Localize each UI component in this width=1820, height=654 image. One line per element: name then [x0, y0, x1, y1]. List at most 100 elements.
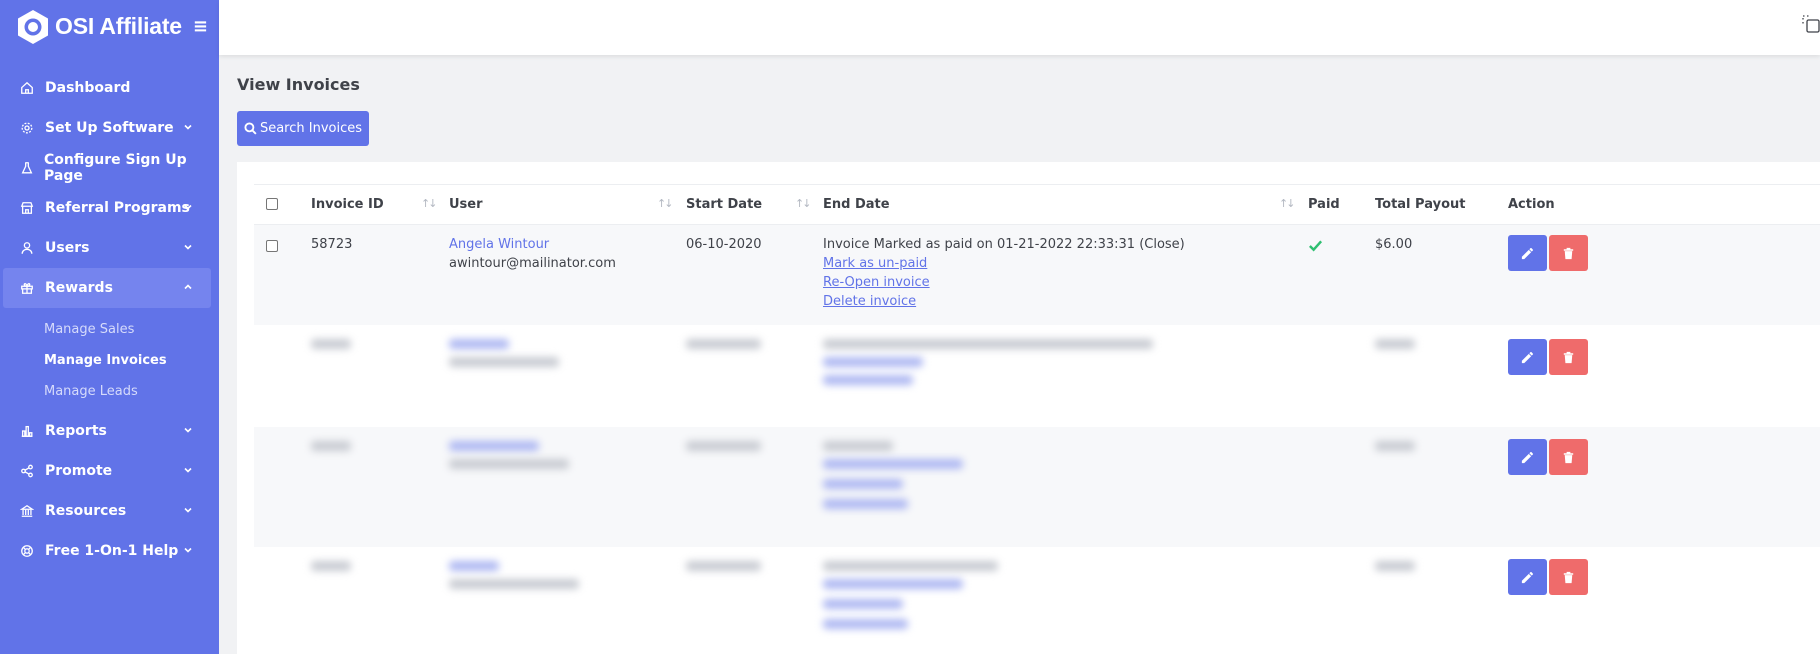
blurred-content: [449, 441, 539, 451]
menu-toggle-icon[interactable]: ≡: [193, 17, 208, 36]
row-checkbox[interactable]: [266, 240, 278, 252]
reopen-invoice-link[interactable]: Re-Open invoice: [823, 273, 1185, 292]
blurred-content: [1375, 441, 1415, 451]
sort-icon[interactable]: ↑↓: [795, 197, 812, 210]
column-header-user[interactable]: User: [449, 197, 483, 212]
chevron-down-icon: [184, 244, 192, 250]
search-invoices-label: Search Invoices: [259, 121, 363, 136]
invoice-id: 58723: [311, 237, 353, 252]
sidebar-item-referral-programs[interactable]: Referral Programs: [0, 188, 219, 228]
chevron-down-icon: [184, 467, 192, 473]
search-invoices-button[interactable]: Search Invoices: [237, 111, 369, 146]
column-header-end-date[interactable]: End Date: [823, 197, 890, 212]
sort-icon[interactable]: ↑↓: [657, 197, 674, 210]
sidebar-subitem-manage-invoices[interactable]: Manage Invoices: [0, 345, 219, 376]
blurred-content: [311, 441, 351, 451]
home-icon: [19, 80, 35, 96]
blurred-content: [449, 339, 509, 349]
blurred-content: [686, 339, 761, 349]
sidebar-item-configure-sign-up-page[interactable]: Configure Sign Up Page: [0, 148, 219, 188]
sidebar-subitem-manage-sales[interactable]: Manage Sales: [0, 314, 219, 345]
column-header-total-payout[interactable]: Total Payout: [1375, 197, 1465, 212]
blurred-content: [823, 499, 908, 509]
search-icon: [244, 122, 257, 135]
end-date-cell: Invoice Marked as paid on 01-21-2022 22:…: [823, 235, 1185, 311]
user-icon: [19, 240, 35, 256]
user-email: awintour@mailinator.com: [449, 256, 616, 271]
blurred-content: [1375, 339, 1415, 349]
delete-invoice-link[interactable]: Delete invoice: [823, 292, 1185, 311]
app-name: OSI Affiliate: [55, 13, 182, 39]
sidebar-item-free-help[interactable]: Free 1-On-1 Help: [0, 531, 219, 571]
pencil-icon: [1521, 571, 1534, 583]
column-header-invoice-id[interactable]: Invoice ID: [311, 197, 384, 212]
edit-button[interactable]: [1508, 439, 1547, 475]
mark-unpaid-link[interactable]: Mark as un-paid: [823, 254, 1185, 273]
sidebar-item-label: Promote: [45, 463, 113, 479]
user-name-link[interactable]: Angela Wintour: [449, 235, 616, 254]
rewards-submenu: Manage Sales Manage Invoices Manage Lead…: [0, 308, 219, 411]
sort-icon[interactable]: ↑↓: [1279, 197, 1296, 210]
sidebar-item-promote[interactable]: Promote: [0, 451, 219, 491]
trash-icon: [1563, 247, 1574, 259]
blurred-content: [823, 561, 998, 571]
chevron-down-icon: [184, 204, 192, 210]
delete-button[interactable]: [1549, 559, 1588, 595]
blurred-content: [1375, 561, 1415, 571]
sidebar-item-label: Dashboard: [45, 80, 131, 96]
sidebar-item-rewards[interactable]: Rewards: [3, 268, 211, 308]
sidebar-item-dashboard[interactable]: Dashboard: [0, 68, 219, 108]
pencil-icon: [1521, 247, 1534, 259]
blurred-content: [686, 561, 761, 571]
delete-button[interactable]: [1549, 235, 1588, 271]
main-content: View Invoices Search Invoices Invoice ID…: [219, 55, 1820, 654]
sidebar-item-label: Resources: [45, 503, 127, 519]
brand: OSI Affiliate ≡: [0, 0, 219, 53]
table-row: 58723 Angela Wintour awintour@mailinator…: [254, 225, 1820, 325]
blurred-content: [311, 339, 351, 349]
blurred-content: [686, 441, 761, 451]
top-bar: [219, 0, 1820, 55]
select-all-checkbox[interactable]: [266, 198, 278, 210]
start-date: 06-10-2020: [686, 237, 762, 252]
sidebar-subitem-manage-leads[interactable]: Manage Leads: [0, 376, 219, 407]
sidebar-item-users[interactable]: Users: [0, 228, 219, 268]
delete-button[interactable]: [1549, 339, 1588, 375]
column-header-start-date[interactable]: Start Date: [686, 197, 762, 212]
store-icon: [19, 200, 35, 216]
sidebar-item-reports[interactable]: Reports: [0, 411, 219, 451]
chevron-down-icon: [184, 124, 192, 130]
sidebar-item-set-up-software[interactable]: Set Up Software: [0, 108, 219, 148]
sort-icon[interactable]: ↑↓: [421, 197, 438, 210]
blurred-content: [823, 339, 1153, 349]
logo-icon: [18, 9, 48, 44]
edit-button[interactable]: [1508, 339, 1547, 375]
blurred-content: [823, 357, 923, 367]
table-header: Invoice ID ↑↓ User ↑↓ Start Date ↑↓ End …: [254, 184, 1820, 225]
delete-button[interactable]: [1549, 439, 1588, 475]
trash-icon: [1563, 451, 1574, 463]
bank-icon: [19, 503, 35, 519]
gear-icon: [19, 120, 35, 136]
sidebar-item-label: Free 1-On-1 Help: [45, 543, 179, 559]
paid-check-icon: [1309, 240, 1323, 252]
blurred-content: [823, 599, 903, 609]
table-row-blurred: [254, 327, 1820, 427]
blurred-content: [823, 441, 893, 451]
column-header-action: Action: [1508, 197, 1555, 212]
sidebar-item-label: Configure Sign Up Page: [44, 152, 187, 184]
gift-icon: [19, 280, 35, 296]
column-header-paid[interactable]: Paid: [1308, 197, 1340, 212]
fullscreen-icon[interactable]: [1802, 15, 1820, 33]
total-payout: $6.00: [1375, 237, 1413, 252]
edit-button[interactable]: [1508, 559, 1547, 595]
sidebar-item-label: Users: [45, 240, 90, 256]
invoice-status-text: Invoice Marked as paid on 01-21-2022 22:…: [823, 237, 1185, 252]
blurred-content: [823, 579, 963, 589]
edit-button[interactable]: [1508, 235, 1547, 271]
sidebar-item-resources[interactable]: Resources: [0, 491, 219, 531]
invoices-table-card: Invoice ID ↑↓ User ↑↓ Start Date ↑↓ End …: [237, 162, 1820, 654]
sidebar: OSI Affiliate ≡ Dashboard Set Up Softwar…: [0, 0, 219, 654]
user-cell: Angela Wintour awintour@mailinator.com: [449, 235, 616, 273]
blurred-content: [823, 479, 903, 489]
